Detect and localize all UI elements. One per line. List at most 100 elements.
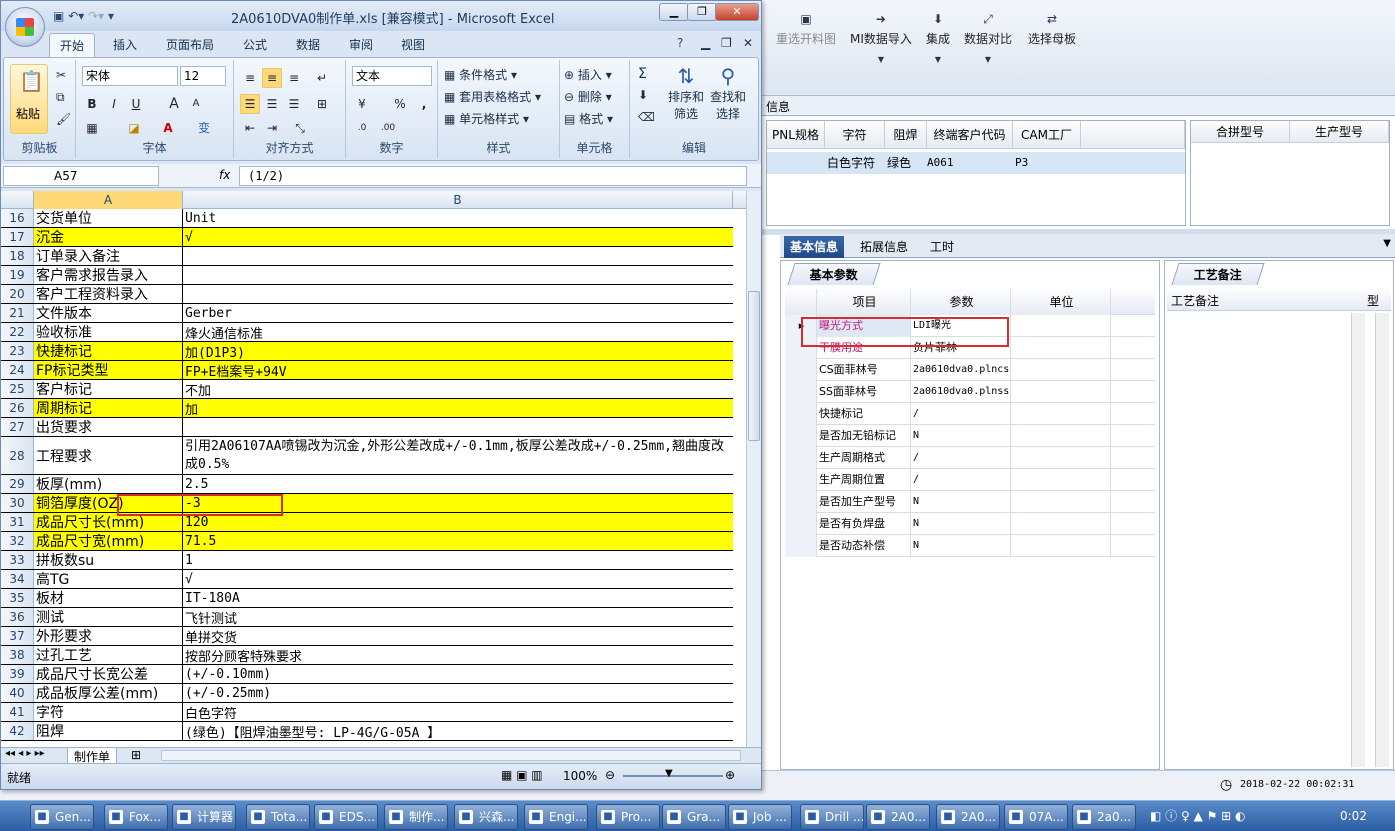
find-select-button[interactable]: ⚲ 查找和 选择 bbox=[708, 64, 748, 138]
cell-b[interactable]: 引用2A06107AA喷锡改为沉金,外形公差改成+/-0.1mm,板厚公差改成+… bbox=[183, 437, 733, 474]
align-middle-icon[interactable]: ≡ bbox=[262, 68, 282, 88]
tab-home[interactable]: 开始 bbox=[49, 33, 96, 57]
align-left-icon[interactable]: ☰ bbox=[240, 94, 260, 114]
cell-b[interactable]: Unit bbox=[183, 209, 733, 227]
sort-filter-button[interactable]: ⇅ 排序和 筛选 bbox=[668, 64, 704, 138]
craft-header[interactable]: 工艺备注 bbox=[1171, 292, 1219, 309]
col-item[interactable]: 项目 bbox=[817, 289, 911, 315]
minimize-button[interactable]: ▁ bbox=[659, 3, 689, 21]
insert-cells-button[interactable]: ⊕ 插入 ▾ bbox=[564, 66, 612, 83]
bold-button[interactable]: B bbox=[82, 94, 102, 114]
table-row[interactable]: 生产周期位置 / bbox=[785, 469, 1155, 491]
row-number[interactable]: 36 bbox=[1, 608, 34, 626]
cell-b[interactable]: Gerber bbox=[183, 304, 733, 322]
increase-indent-icon[interactable]: ⇥ bbox=[262, 118, 282, 138]
taskbar-item[interactable]: ■ Fox... bbox=[104, 804, 168, 830]
col-unit[interactable]: 单位 bbox=[1011, 289, 1111, 315]
param-unit[interactable] bbox=[1011, 447, 1111, 469]
cell-a[interactable]: 成品板厚公差(mm) bbox=[34, 684, 183, 702]
horizontal-scrollbar[interactable] bbox=[161, 750, 741, 761]
cell-a[interactable]: 拼板数su bbox=[34, 551, 183, 569]
grid-cell[interactable]: P3 bbox=[1013, 152, 1029, 174]
fill-icon[interactable]: ⬇ bbox=[638, 88, 648, 102]
cell-b[interactable]: 按部分顾客特殊要求 bbox=[183, 646, 733, 665]
param-item[interactable]: 快捷标记 bbox=[817, 403, 911, 425]
align-top-icon[interactable]: ≡ bbox=[240, 68, 260, 88]
cell-a[interactable]: 出货要求 bbox=[34, 418, 183, 436]
taskbar-item[interactable]: ■ 2a0... bbox=[1072, 804, 1136, 830]
align-bottom-icon[interactable]: ≡ bbox=[284, 68, 304, 88]
save-icon[interactable]: ▣ bbox=[53, 9, 64, 23]
param-value[interactable]: / bbox=[911, 469, 1011, 491]
row-number[interactable]: 39 bbox=[1, 665, 34, 683]
cell-b[interactable]: IT-180A bbox=[183, 589, 733, 607]
table-row[interactable]: 是否加无铅标记 N bbox=[785, 425, 1155, 447]
cell-a[interactable]: 客户需求报告录入 bbox=[34, 266, 183, 284]
number-format-select[interactable]: 文本 bbox=[352, 66, 432, 86]
zoom-slider[interactable] bbox=[623, 775, 723, 777]
tab-insert[interactable]: 插入 bbox=[113, 36, 137, 53]
param-item[interactable]: 是否有负焊盘 bbox=[817, 513, 911, 535]
row-number[interactable]: 29 bbox=[1, 475, 34, 493]
taskbar-item[interactable]: ■ Gen... bbox=[30, 804, 94, 830]
tab-page-layout[interactable]: 页面布局 bbox=[166, 36, 214, 53]
integrate-button[interactable]: ⬇ 集成 ▼ bbox=[926, 12, 950, 64]
data-compare-button[interactable]: ⤢ 数据对比 ▼ bbox=[964, 12, 1012, 64]
cell-a[interactable]: 沉金 bbox=[34, 228, 183, 246]
param-value[interactable]: 2a0610dva0.plncs bbox=[911, 359, 1011, 381]
row-number[interactable]: 37 bbox=[1, 627, 34, 645]
fill-color-icon[interactable]: ◪ bbox=[124, 118, 144, 138]
ribbon-close-icon[interactable]: ✕ bbox=[743, 36, 753, 50]
align-center-icon[interactable]: ☰ bbox=[262, 94, 282, 114]
orientation-icon[interactable]: ⤡ bbox=[290, 118, 310, 138]
row-selector[interactable] bbox=[785, 469, 817, 491]
param-unit[interactable] bbox=[1011, 403, 1111, 425]
tab-review[interactable]: 审阅 bbox=[349, 36, 373, 53]
vertical-scrollbar[interactable] bbox=[746, 191, 761, 747]
row-number[interactable]: 27 bbox=[1, 418, 34, 436]
cell-a[interactable]: 工程要求 bbox=[34, 437, 183, 474]
row-number[interactable]: 20 bbox=[1, 285, 34, 303]
column-header-b[interactable]: B bbox=[183, 191, 733, 209]
new-sheet-icon[interactable]: ⊞ bbox=[131, 748, 141, 762]
increase-decimal-icon[interactable]: .0 bbox=[352, 118, 372, 138]
craft-scrollbar-2[interactable] bbox=[1375, 313, 1389, 767]
redo-icon[interactable]: ↷▾ bbox=[88, 9, 104, 23]
cell-a[interactable]: 成品尺寸长宽公差 bbox=[34, 665, 183, 683]
autosum-button[interactable]: Σ bbox=[638, 66, 647, 82]
param-item[interactable]: 生产周期格式 bbox=[817, 447, 911, 469]
cell-a[interactable]: 成品尺寸宽(mm) bbox=[34, 532, 183, 550]
formula-input[interactable]: (1/2) bbox=[239, 166, 747, 186]
param-unit[interactable] bbox=[1011, 337, 1111, 359]
cell-a[interactable]: 板厚(mm) bbox=[34, 475, 183, 493]
column-header-a[interactable]: A bbox=[34, 191, 183, 209]
taskbar-item[interactable]: ■ 制作... bbox=[384, 804, 448, 830]
param-value[interactable]: N bbox=[911, 491, 1011, 513]
table-format-button[interactable]: ▦ 套用表格格式 ▾ bbox=[444, 88, 541, 105]
grid-header[interactable]: PNL规格 bbox=[767, 121, 825, 149]
cell-b[interactable]: 加(D1P3) bbox=[183, 342, 733, 360]
tab-extended-info[interactable]: 拓展信息 bbox=[854, 236, 914, 258]
format-painter-icon[interactable]: 🖌 bbox=[56, 112, 71, 126]
cell-b[interactable]: 71.5 bbox=[183, 532, 733, 550]
row-number[interactable]: 25 bbox=[1, 380, 34, 398]
tab-data[interactable]: 数据 bbox=[296, 36, 320, 53]
merge-center-icon[interactable]: ⊞ bbox=[312, 94, 332, 114]
table-row[interactable]: 是否有负焊盘 N bbox=[785, 513, 1155, 535]
param-unit[interactable] bbox=[1011, 425, 1111, 447]
restore-button[interactable]: ❐ bbox=[687, 3, 717, 21]
cell-b[interactable]: 单拼交货 bbox=[183, 627, 733, 646]
table-row[interactable]: 是否动态补偿 N bbox=[785, 535, 1155, 557]
comma-button[interactable]: , bbox=[414, 94, 434, 114]
ribbon-restore-icon[interactable]: ❐ bbox=[721, 36, 732, 50]
taskbar-item[interactable]: ■ EDS... bbox=[314, 804, 378, 830]
grid-header[interactable]: 合拼型号 bbox=[1191, 121, 1290, 143]
cell-b[interactable]: FP+E档案号+94V bbox=[183, 361, 733, 379]
name-box[interactable]: A57 bbox=[3, 166, 159, 186]
tab-work-hours[interactable]: 工时 bbox=[924, 236, 960, 258]
undo-icon[interactable]: ↶▾ bbox=[68, 9, 84, 23]
taskbar-item[interactable]: ■ 兴森... bbox=[454, 804, 518, 830]
cell-b[interactable]: 2.5 bbox=[183, 475, 733, 493]
tab-basic-info[interactable]: 基本信息 bbox=[784, 236, 845, 258]
cell-a[interactable]: 板材 bbox=[34, 589, 183, 607]
